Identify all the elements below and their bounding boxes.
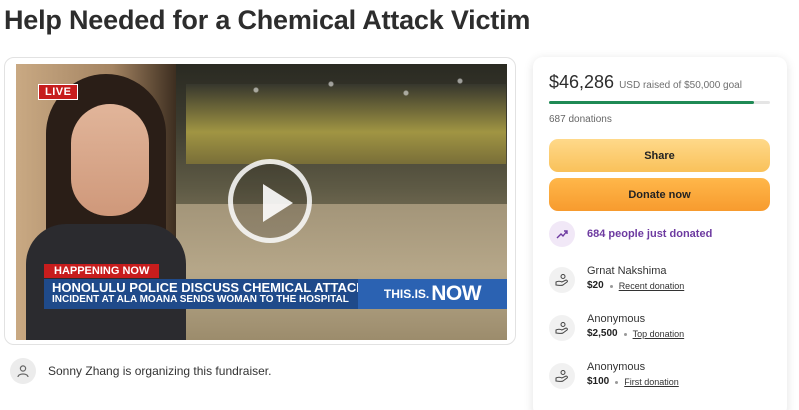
trending-text: 684 people just donated: [587, 228, 713, 240]
video-card: LIVE HAPPENING NOW HONOLULU POLICE DISCU…: [4, 57, 516, 345]
donate-now-button[interactable]: Donate now: [549, 178, 770, 211]
news-brand-main: NOW: [431, 282, 482, 305]
raised-row: $46,286 USD raised of $50,000 goal: [549, 72, 742, 93]
recent-donation-link[interactable]: Recent donation: [619, 278, 685, 294]
trending-row: 684 people just donated: [549, 221, 712, 247]
donor-amount: $100: [587, 376, 610, 387]
video-player[interactable]: LIVE HAPPENING NOW HONOLULU POLICE DISCU…: [16, 64, 507, 340]
page-title: Help Needed for a Chemical Attack Victim: [4, 5, 531, 35]
separator-dot: [609, 284, 613, 288]
donation-hand-icon: [549, 363, 575, 389]
separator-dot: [623, 332, 627, 336]
donation-count: 687 donations: [549, 114, 612, 125]
news-subheadline: INCIDENT AT ALA MOANA SENDS WOMAN TO THE…: [52, 294, 349, 305]
trending-up-icon: [549, 221, 575, 247]
news-headline-box: HONOLULU POLICE DISCUSS CHEMICAL ATTACK …: [44, 279, 366, 309]
donor-name: Grnat Nakshima: [587, 265, 667, 277]
organizer-row: Sonny Zhang is organizing this fundraise…: [10, 358, 271, 384]
raised-amount: $46,286: [549, 72, 615, 92]
share-button[interactable]: Share: [549, 139, 770, 172]
top-donation-link[interactable]: Top donation: [633, 326, 685, 342]
news-brand: THIS.IS. NOW: [358, 279, 507, 309]
news-lower-third: HAPPENING NOW HONOLULU POLICE DISCUSS CH…: [16, 260, 507, 336]
donation-hand-icon: [549, 315, 575, 341]
donor-item: Grnat Nakshima $20 Recent donation: [549, 264, 684, 294]
play-button-icon[interactable]: [228, 159, 312, 243]
reporter-face: [71, 104, 149, 216]
progress-bar: [549, 101, 770, 104]
news-headline: HONOLULU POLICE DISCUSS CHEMICAL ATTACK: [52, 280, 366, 295]
donor-name: Anonymous: [587, 313, 646, 325]
happening-now-label: HAPPENING NOW: [44, 264, 160, 278]
donation-hand-icon: [549, 267, 575, 293]
separator-dot: [615, 380, 619, 384]
donor-amount: $20: [587, 280, 604, 291]
person-icon: [10, 358, 36, 384]
donor-item: Anonymous $100 First donation: [549, 360, 679, 390]
donor-item: Anonymous $2,500 Top donation: [549, 312, 684, 342]
live-badge: LIVE: [38, 84, 79, 100]
goal-text: USD raised of $50,000 goal: [619, 80, 742, 91]
donor-amount: $2,500: [587, 328, 618, 339]
video-scene-lights: [196, 72, 496, 132]
progress-fill: [549, 101, 754, 104]
news-brand-prefix: THIS.IS.: [383, 287, 430, 301]
first-donation-link[interactable]: First donation: [624, 374, 679, 390]
donor-name: Anonymous: [587, 361, 646, 373]
donation-card: $46,286 USD raised of $50,000 goal 687 d…: [533, 57, 787, 410]
organizer-text: Sonny Zhang is organizing this fundraise…: [48, 364, 272, 378]
